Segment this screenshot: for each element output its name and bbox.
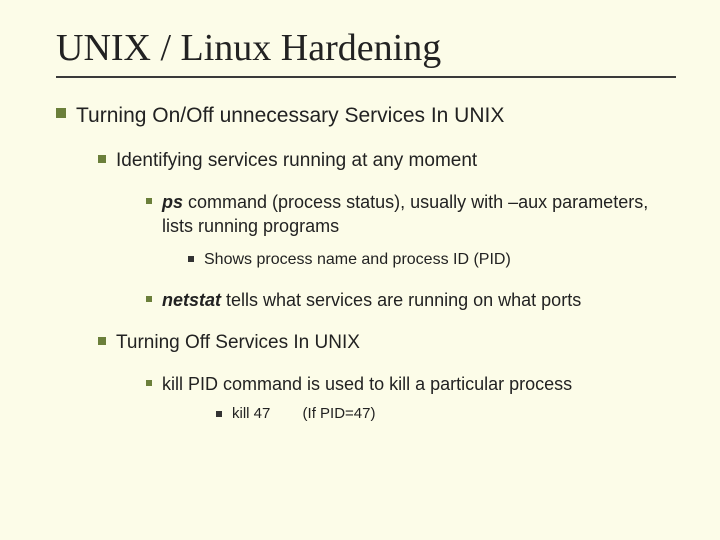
slide: UNIX / Linux Hardening Turning On/Off un… <box>0 0 720 540</box>
square-bullet-icon <box>98 155 106 163</box>
page-title: UNIX / Linux Hardening <box>56 26 680 70</box>
bullet-level-4: kill 47 (If PID=47) <box>216 404 680 424</box>
l4a-text: kill 47 <box>232 405 270 422</box>
l4a-line: kill 47 (If PID=47) <box>232 404 375 424</box>
bullet-level-1: Identifying services running at any mome… <box>98 148 680 174</box>
ps-command: ps <box>162 192 183 212</box>
square-bullet-icon <box>146 296 152 302</box>
l0-text: Turning On/Off unnecessary Services In U… <box>76 102 504 130</box>
bullet-level-2: kill PID command is used to kill a parti… <box>146 372 680 396</box>
l1b-text: Turning Off Services In UNIX <box>116 330 360 356</box>
bullet-level-1: Turning Off Services In UNIX <box>98 330 680 356</box>
l3a-text: Shows process name and process ID (PID) <box>204 249 511 271</box>
l2b-line: netstat tells what services are running … <box>162 288 581 312</box>
square-bullet-icon <box>98 337 106 345</box>
bullet-level-2: ps command (process status), usually wit… <box>146 190 680 239</box>
l2b-rest: tells what services are running on what … <box>221 290 581 310</box>
l2a-rest: command (process status), usually with –… <box>162 192 648 236</box>
square-bullet-icon <box>146 380 152 386</box>
square-bullet-icon <box>216 411 222 417</box>
bullet-level-0: Turning On/Off unnecessary Services In U… <box>56 102 680 130</box>
l2c-text: kill PID command is used to kill a parti… <box>162 372 572 396</box>
l2a-line: ps command (process status), usually wit… <box>162 190 680 239</box>
bullet-level-3: Shows process name and process ID (PID) <box>188 249 680 271</box>
square-bullet-icon <box>146 198 152 204</box>
l4a-note: (If PID=47) <box>303 405 376 422</box>
netstat-command: netstat <box>162 290 221 310</box>
title-rule <box>56 76 676 78</box>
l1a-text: Identifying services running at any mome… <box>116 148 477 174</box>
bullet-level-2: netstat tells what services are running … <box>146 288 680 312</box>
square-bullet-icon <box>56 108 66 118</box>
square-bullet-icon <box>188 256 194 262</box>
